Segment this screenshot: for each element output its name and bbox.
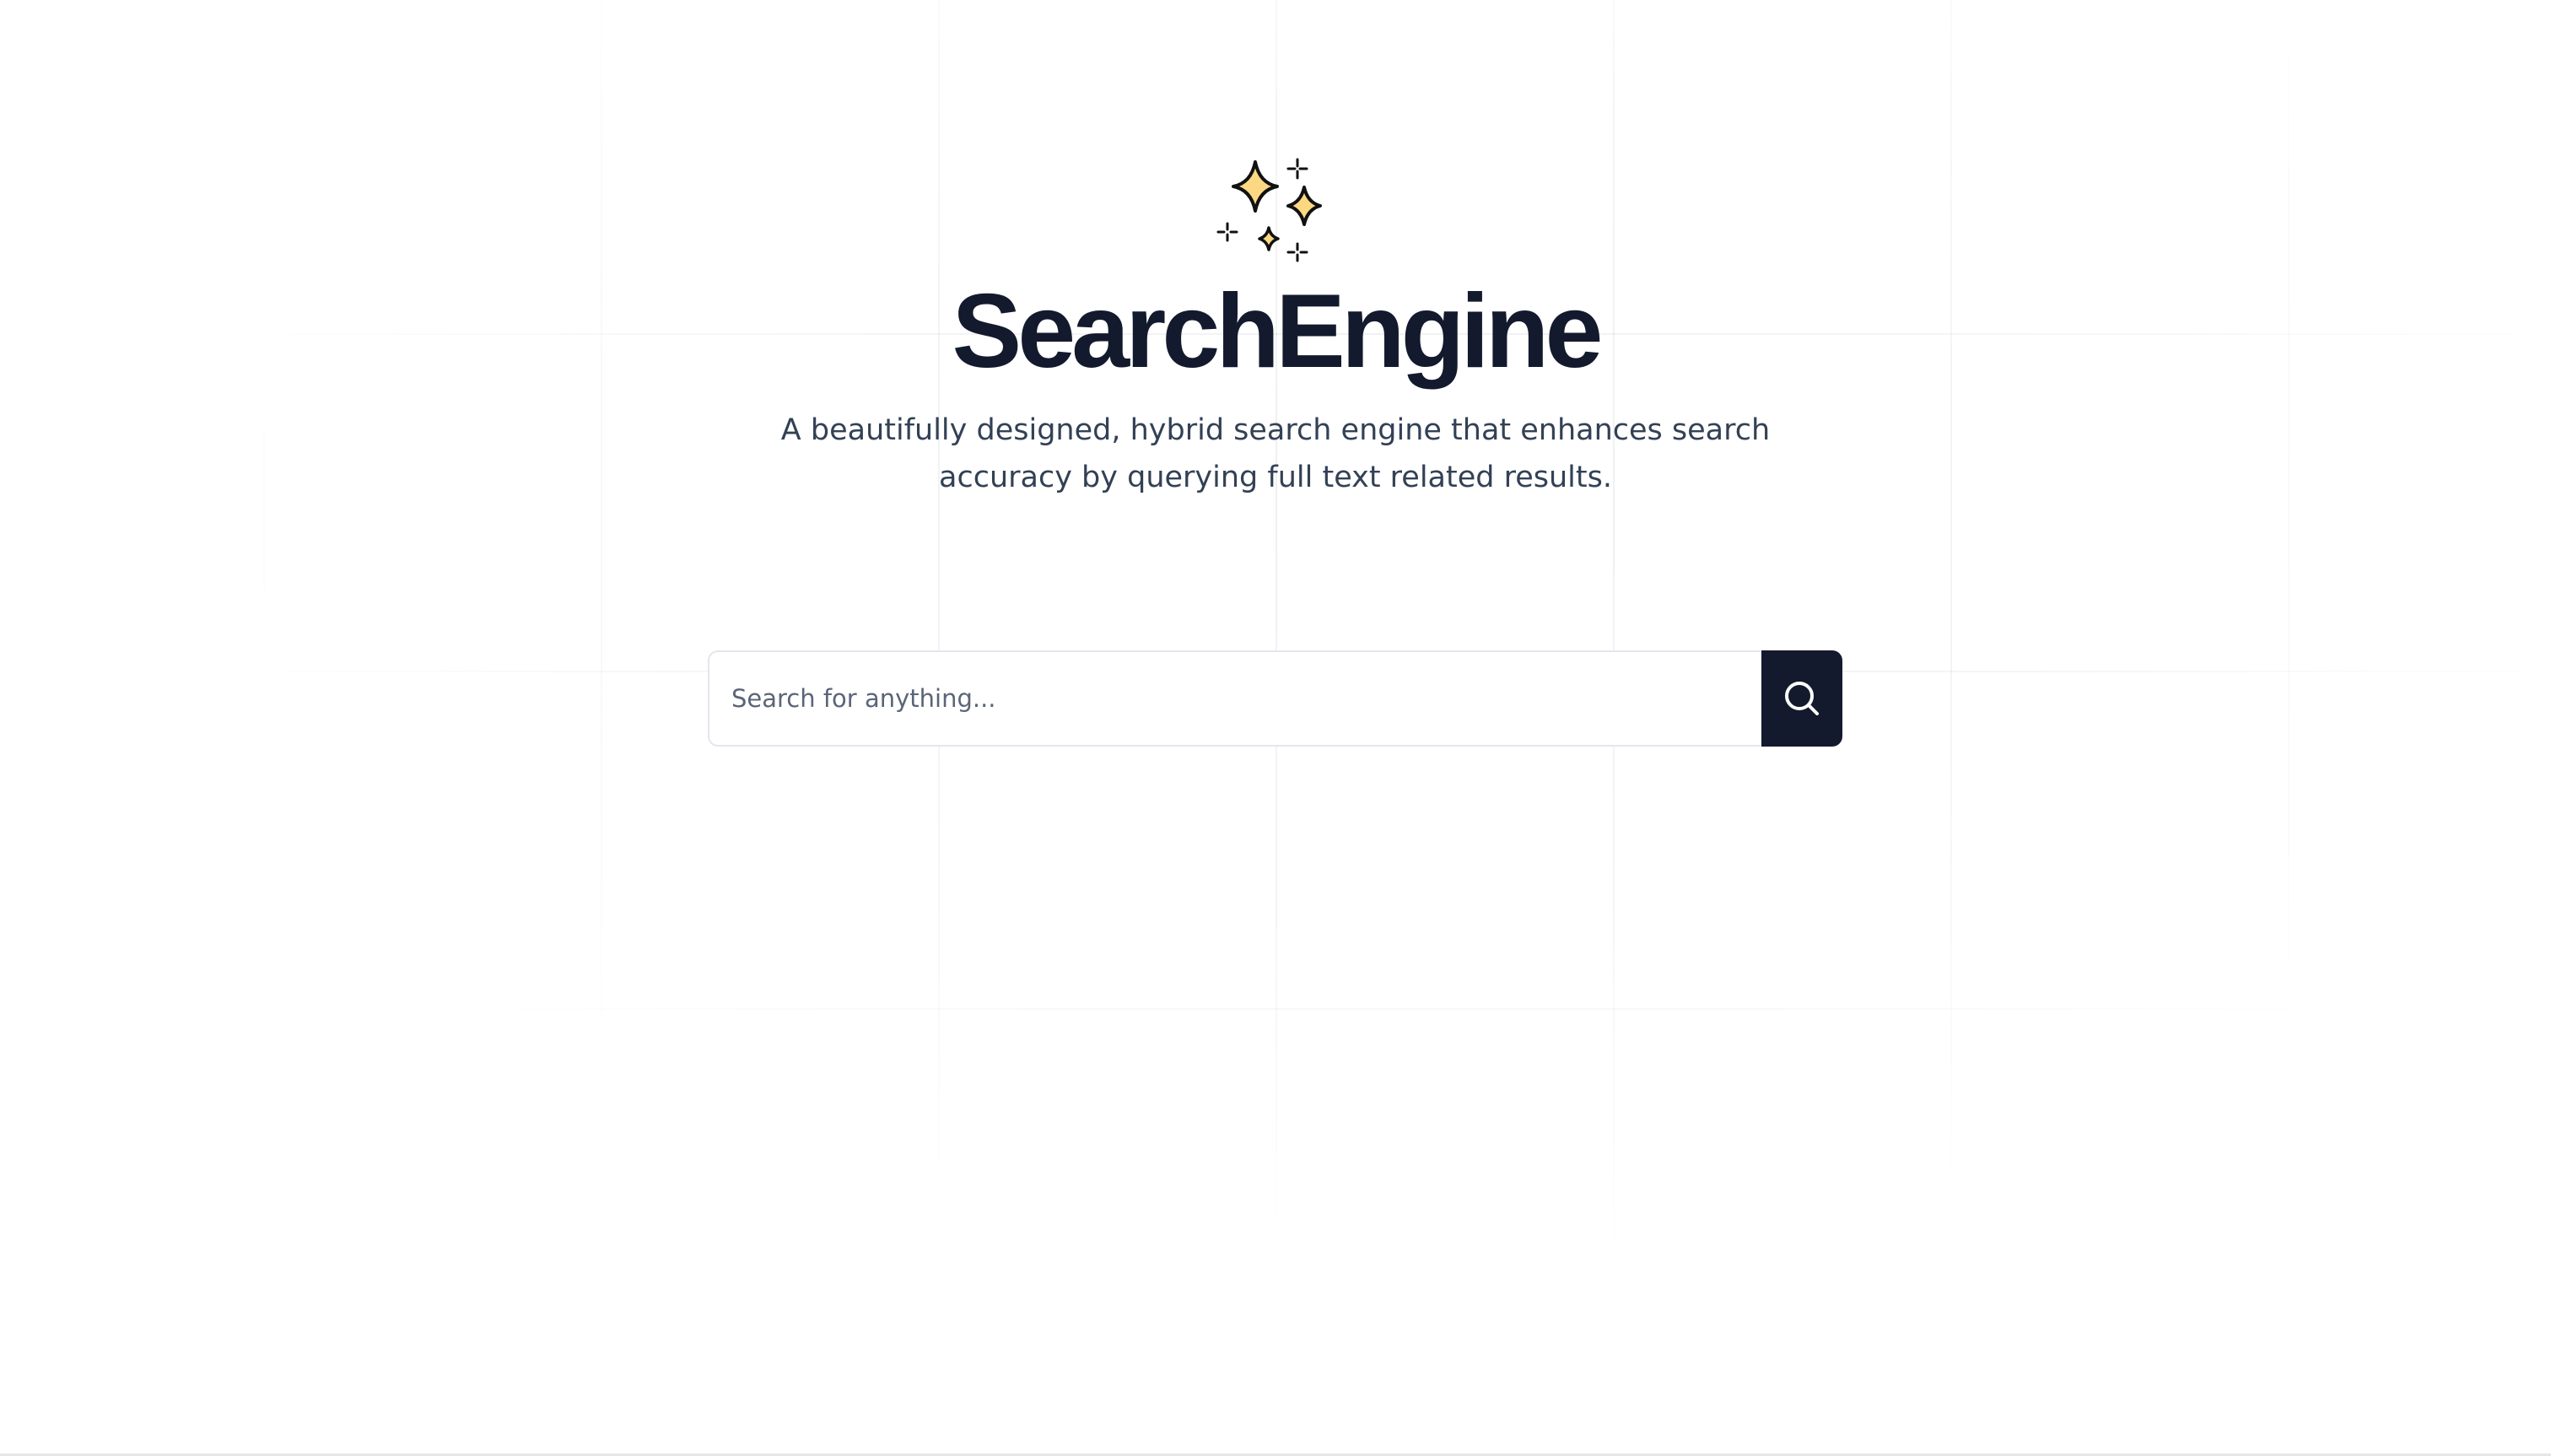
sparkles-icon: [1216, 158, 1322, 262]
hero: SearchEngine A beautifully designed, hyb…: [0, 0, 2551, 501]
page-title: SearchEngine: [952, 273, 1604, 390]
page-subtitle: A beautifully designed, hybrid search en…: [780, 413, 1771, 494]
search-button[interactable]: [1761, 650, 1842, 747]
page: SearchEngine A beautifully designed, hyb…: [0, 0, 2551, 1456]
search-form: [708, 650, 1842, 747]
search-icon: [1785, 682, 1819, 715]
search-input[interactable]: [708, 650, 1761, 747]
